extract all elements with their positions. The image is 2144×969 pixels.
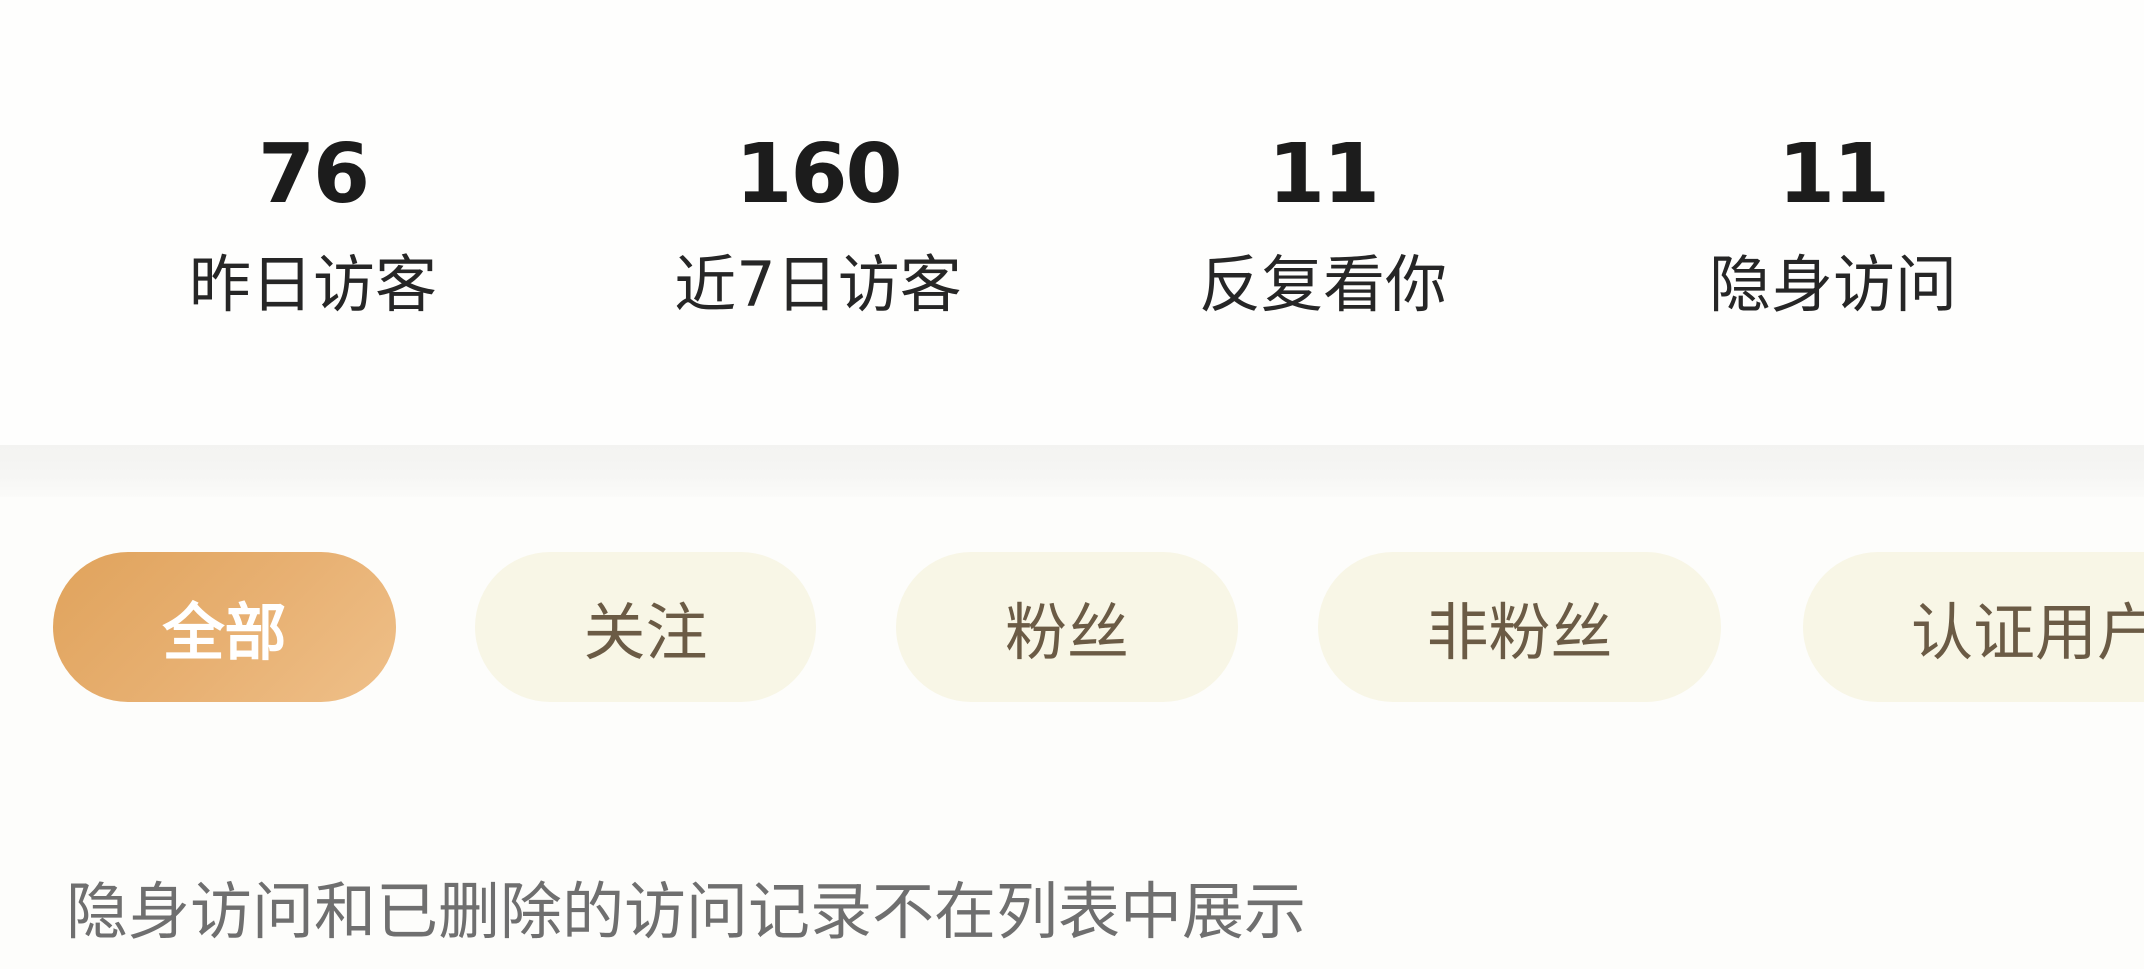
tab-fans[interactable]: 粉丝 [896, 552, 1238, 702]
tab-verified-users[interactable]: 认证用户 [1803, 552, 2144, 702]
tab-label: 非粉丝 [1426, 596, 1613, 669]
visitor-stats: 76 昨日访客 160 近7日访客 11 反复看你 11 隐身访问 [0, 0, 2144, 445]
stat-label: 近7日访客 [674, 248, 962, 321]
stat-value: 76 [257, 127, 370, 222]
tab-label: 全部 [162, 596, 287, 669]
tab-label: 认证用户 [1911, 596, 2144, 669]
tab-all[interactable]: 全部 [53, 552, 396, 702]
tab-label: 关注 [583, 596, 708, 669]
stat-yesterday-visitors[interactable]: 76 昨日访客 [103, 125, 523, 325]
section-divider [0, 445, 2144, 497]
tab-non-fans[interactable]: 非粉丝 [1318, 552, 1721, 702]
stat-value: 160 [735, 127, 902, 222]
tab-following[interactable]: 关注 [475, 552, 816, 702]
stat-label: 昨日访客 [188, 248, 437, 321]
stat-value: 11 [1777, 127, 1890, 222]
filter-tabs: 全部 关注 粉丝 非粉丝 认证用户 [0, 552, 2144, 702]
list-notice: 隐身访问和已删除的访问记录不在列表中展示 [66, 875, 1307, 948]
stat-label: 反复看你 [1198, 248, 1447, 321]
tab-label: 粉丝 [1004, 596, 1129, 669]
stat-hidden-visits[interactable]: 11 隐身访问 [1623, 125, 2043, 325]
stat-7day-visitors[interactable]: 160 近7日访客 [608, 125, 1028, 325]
stat-value: 11 [1267, 127, 1380, 222]
stat-repeat-viewers[interactable]: 11 反复看你 [1113, 125, 1533, 325]
stat-label: 隐身访问 [1708, 248, 1957, 321]
